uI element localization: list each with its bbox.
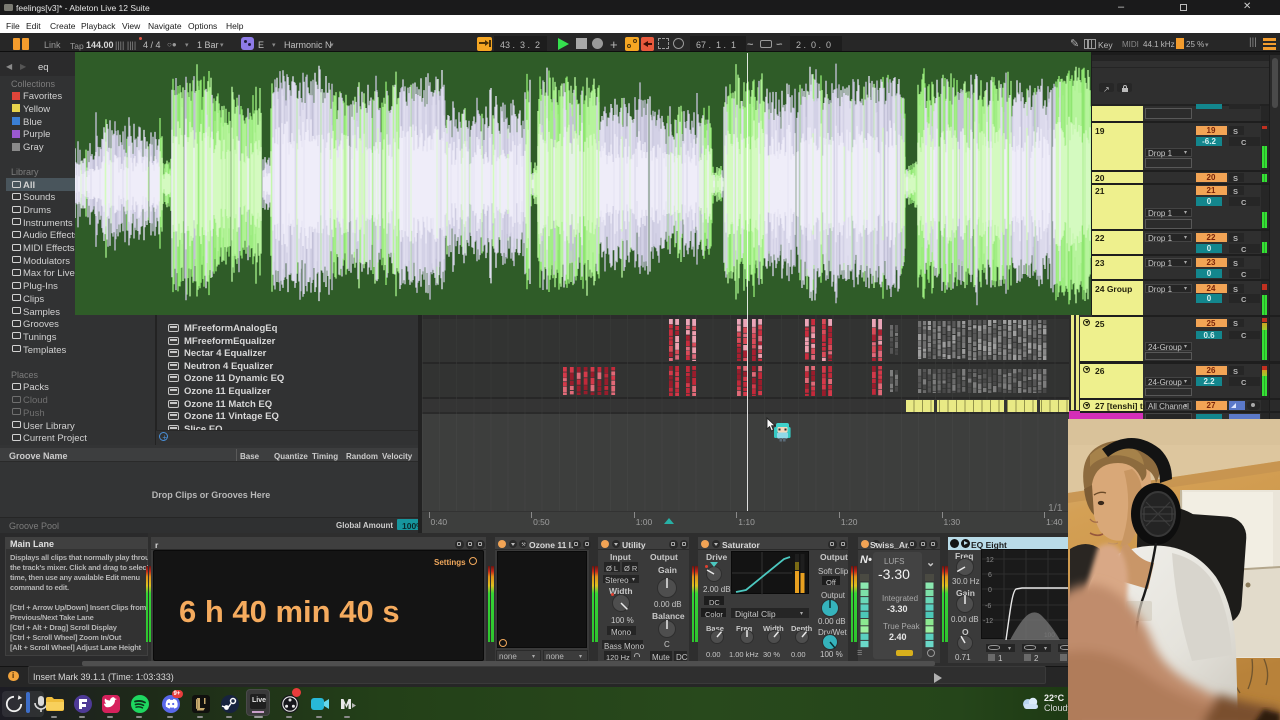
svg-text:0: 0 [988,587,992,594]
svg-text:6: 6 [988,572,992,579]
svg-text:12: 12 [986,557,994,564]
svg-text:-6: -6 [985,603,991,610]
svg-text:-12: -12 [983,618,993,625]
svg-text:100: 100 [1044,632,1055,639]
